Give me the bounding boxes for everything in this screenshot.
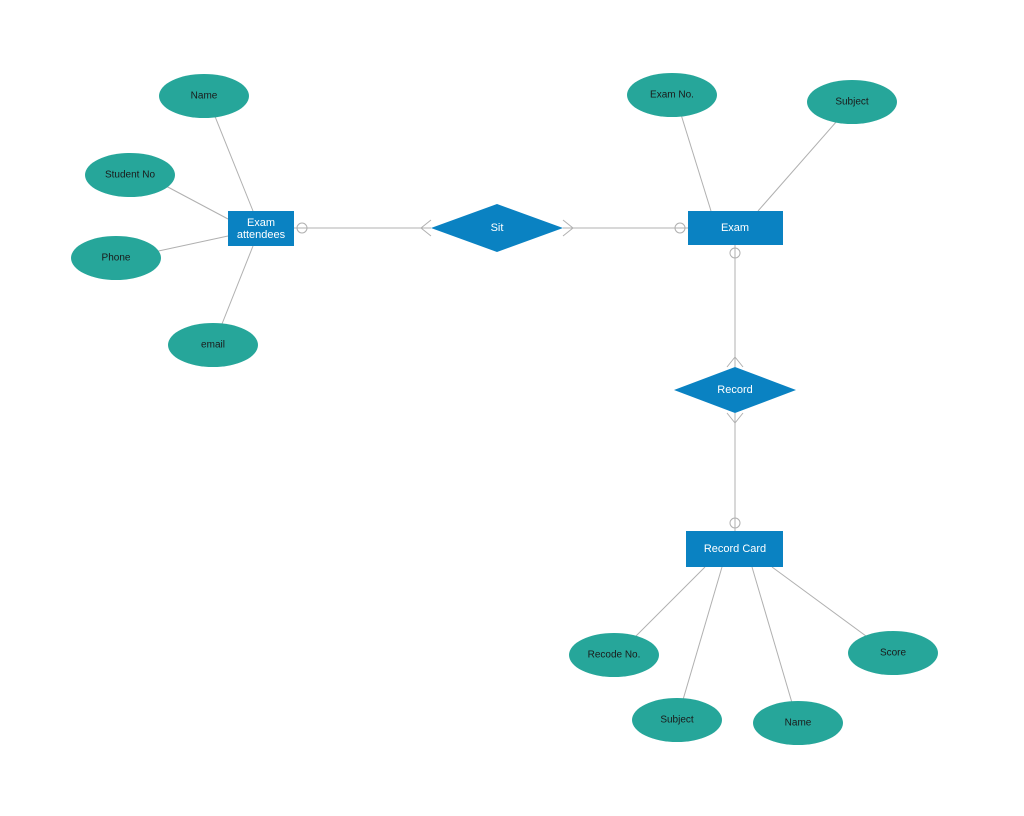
entity-exam-attendees-label-2: attendees bbox=[237, 229, 286, 241]
attr-name1-label: Name bbox=[191, 91, 218, 102]
notation-crowfoot bbox=[563, 220, 573, 236]
attr-recodeno-label: Recode No. bbox=[588, 650, 641, 661]
attr-subject1-label: Subject bbox=[835, 97, 869, 108]
attr-score-label: Score bbox=[880, 648, 907, 659]
entity-exam-attendees-label-1: Exam bbox=[247, 217, 275, 229]
connector-subject2-recordcard bbox=[680, 567, 722, 710]
notation-crowfoot bbox=[421, 220, 431, 236]
attr-examno-label: Exam No. bbox=[650, 90, 694, 101]
connector-subject1-exam bbox=[758, 113, 844, 211]
entity-record-card-label: Record Card bbox=[704, 543, 766, 555]
relationship-record-label: Record bbox=[717, 384, 752, 396]
connector-email-attendees bbox=[218, 246, 253, 334]
notation-crowfoot bbox=[727, 357, 743, 367]
connector-name2-recordcard bbox=[752, 567, 795, 713]
entity-exam-label: Exam bbox=[721, 222, 749, 234]
attr-phone-label: Phone bbox=[102, 253, 131, 264]
notation-crowfoot bbox=[727, 413, 743, 423]
attr-studentno-label: Student No bbox=[105, 170, 155, 181]
relationship-sit-label: Sit bbox=[491, 222, 504, 234]
connector-examno-exam bbox=[679, 108, 711, 211]
er-diagram: Name Student No Phone email Exam No. Sub… bbox=[0, 0, 1024, 816]
connector-name-attendees bbox=[210, 104, 253, 211]
attr-email-label: email bbox=[201, 340, 225, 351]
attr-name2-label: Name bbox=[785, 718, 812, 729]
attr-subject2-label: Subject bbox=[660, 715, 694, 726]
